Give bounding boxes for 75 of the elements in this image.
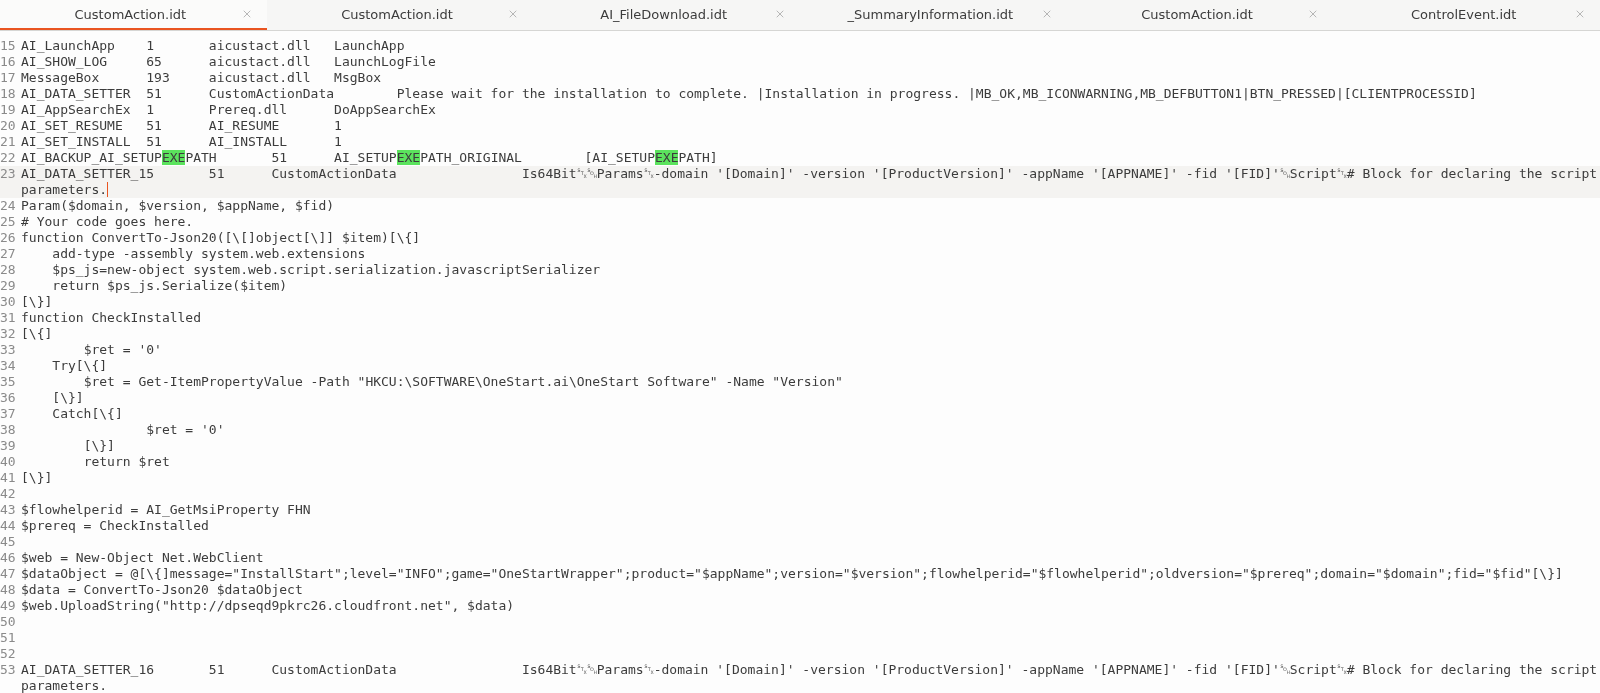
code-line: return $ret — [82, 454, 171, 470]
code-line: Param($domain, $version, $appName, $fid) — [21, 198, 336, 214]
line-number: 48 — [0, 582, 17, 598]
code-line: $ret = '0' — [82, 342, 163, 358]
code-line: $flowhelperid = AI_GetMsiProperty FHN — [21, 502, 312, 518]
code-line: return $ps_js.Serialize($item) — [51, 278, 289, 294]
file-tab[interactable]: CustomAction.idt — [0, 0, 267, 30]
line-number: 20 — [0, 118, 17, 134]
line-number: 31 — [0, 310, 17, 326]
code-line: $data = ConvertTo-Json20 $dataObject — [21, 582, 304, 598]
code-line: [\}] — [21, 294, 54, 310]
line-number: 27 — [0, 246, 17, 262]
line-number: 18 — [0, 86, 17, 102]
code-line: AI_LaunchApp 1 aicustact.dll LaunchApp — [21, 38, 406, 54]
code-line: AI_DATA_SETTER 51 CustomActionData Please wait for the installation to complete. |Installation in progress. |MB_OK,MB_ICONWARNING,MB_DEFBUTTON1|BTN_PRESSED|[CLIENTPROCESSID] — [21, 86, 1478, 102]
line-number: 41 — [0, 470, 17, 486]
code-line: $prereq = CheckInstalled — [21, 518, 210, 534]
code-line: AI_DATA_SETTER_15 51 CustomActionData Is64Bit␂␁Params␂-domain '[Domain]' -version '[ProductVersion]' -appName '[APPNAME]' -fid '[FID]'␁Script␂# Block for declaring the script parameters. — [21, 166, 1599, 198]
code-line: function ConvertTo-Json20([\[]object[\]] $item)[\{] — [21, 230, 422, 246]
code-line: $web.UploadString("http://dpseqd9pkrc26.cloudfront.net", $data) — [21, 598, 516, 614]
line-number: 24 — [0, 198, 17, 214]
line-number: 43 — [0, 502, 17, 518]
line-number: 30 — [0, 294, 17, 310]
line-number: 34 — [0, 358, 17, 374]
code-line: [\{] — [21, 326, 54, 342]
line-number: 52 — [0, 646, 17, 662]
code-line: add-type -assembly system.web.extensions — [51, 246, 367, 262]
code-line: $ps_js=new-object system.web.script.serialization.javascriptSerializer — [51, 262, 602, 278]
line-number: 37 — [0, 406, 17, 422]
line-number: 26 — [0, 230, 17, 246]
code-line: $dataObject = @[\{]message="InstallStart";level="INFO";game="OneStartWrapper";product="$appName";version="$version";flowhelperid="$flowhelperid";oldversion="$prereq";domain="$domain";fid="$fid"[\}] — [21, 566, 1564, 582]
line-number: 29 — [0, 278, 17, 294]
line-number: 38 — [0, 422, 17, 438]
line-number: 51 — [0, 630, 17, 646]
code-line: Catch[\{] — [51, 406, 124, 422]
code-line: $ret = Get-ItemPropertyValue -Path "HKCU:\SOFTWARE\OneStart.ai\OneStart Software" -Name "Version" — [82, 374, 844, 390]
code-line: # Your code goes here. — [21, 214, 195, 230]
code-line: MessageBox 193 aicustact.dll MsgBox — [21, 70, 383, 86]
code-line: [\}] — [82, 438, 116, 454]
close-icon — [774, 8, 786, 20]
line-number: 25 — [0, 214, 17, 230]
line-number: 42 — [0, 486, 17, 502]
line-number: 16 — [0, 54, 17, 70]
line-number: 44 — [0, 518, 17, 534]
code-line: AI_SET_INSTALL 51 AI_INSTALL 1 — [21, 134, 343, 150]
line-number: 32 — [0, 326, 17, 342]
line-number: 15 — [0, 38, 17, 54]
code-line: function CheckInstalled — [21, 310, 202, 326]
line-number: 28 — [0, 262, 17, 278]
code-line: Try[\{] — [51, 358, 109, 374]
line-number: 50 — [0, 614, 17, 630]
line-number: 21 — [0, 134, 17, 150]
line-number: 46 — [0, 550, 17, 566]
code-line: $web = New-Object Net.WebClient — [21, 550, 265, 566]
code-line: [\}] — [51, 390, 85, 406]
code-line: $ret = '0' — [145, 422, 226, 438]
code-line: AI_SET_RESUME 51 AI_RESUME 1 — [21, 118, 343, 134]
line-number: 33 — [0, 342, 17, 358]
line-number: 47 — [0, 566, 17, 582]
line-number: 39 — [0, 438, 17, 454]
tab-close-button[interactable] — [774, 8, 786, 20]
line-number: 45 — [0, 534, 17, 550]
line-number: 35 — [0, 374, 17, 390]
line-number: 40 — [0, 454, 17, 470]
line-number: 36 — [0, 390, 17, 406]
line-number: 17 — [0, 70, 17, 86]
line-number: 19 — [0, 102, 17, 118]
code-line: AI_AppSearchEx 1 Prereq.dll DoAppSearchEx — [21, 102, 437, 118]
line-number: 49 — [0, 598, 17, 614]
code-line: AI_DATA_SETTER_16 51 CustomActionData Is64Bit␂␁Params␂-domain '[Domain]' -version '[ProductVersion]' -appName '[APPNAME]' -fid '[FID]'␁Script␂# Block for declaring the script parameters. — [21, 662, 1599, 693]
line-number: 23 — [0, 166, 17, 183]
code-line: [\}] — [21, 470, 54, 486]
line-number: 22 — [0, 150, 17, 166]
line-number: 53 — [0, 662, 17, 679]
code-line: AI_SHOW_LOG 65 aicustact.dll LaunchLogFile — [21, 54, 437, 70]
